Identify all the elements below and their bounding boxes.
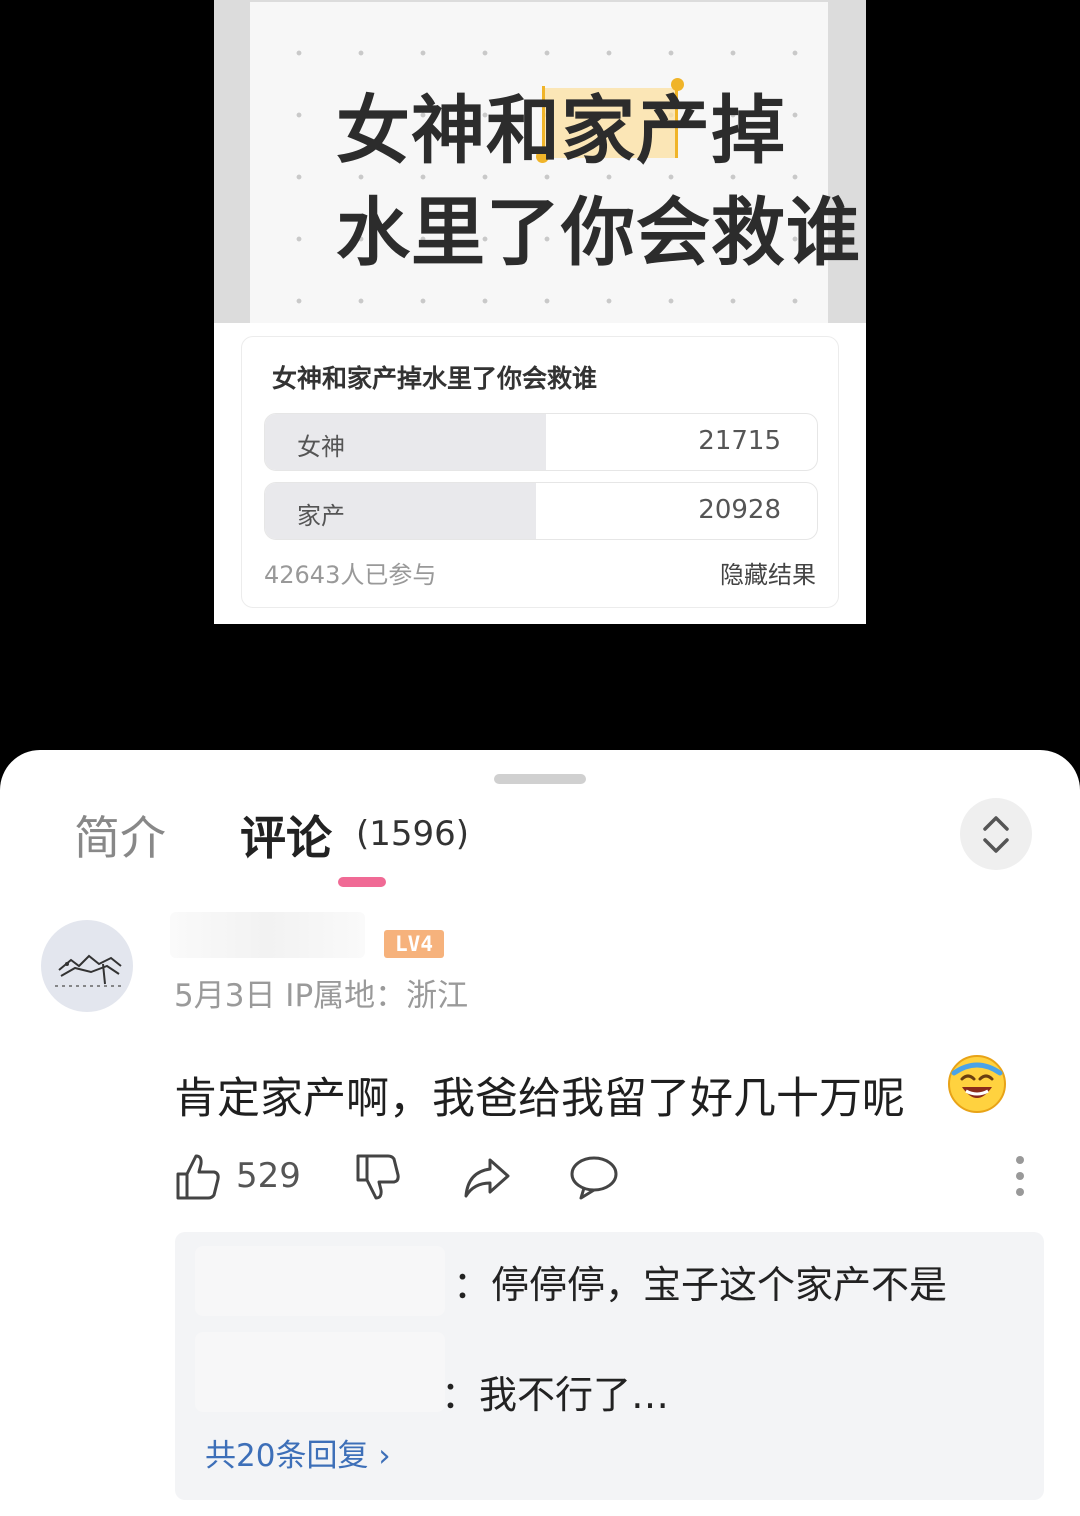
cover-title-line2: 水里了你会救谁 [336, 190, 861, 276]
poll-option-count: 21715 [698, 426, 781, 456]
more-options-icon[interactable] [1006, 1154, 1034, 1198]
laughing-crying-emoji-icon [948, 1055, 1006, 1113]
comment-count: (1596) [356, 814, 470, 854]
poll-option-label: 女神 [297, 433, 345, 461]
comment-text: 肯定家产啊，我爸给我留了好几十万呢 [174, 1074, 905, 1124]
thumbs-down-icon[interactable] [354, 1152, 402, 1202]
username-redacted [170, 912, 365, 958]
cover-image: 女神和家产掉 水里了你会救谁 [214, 0, 866, 323]
poll-participants: 42643人已参与 [264, 561, 437, 589]
active-tab-indicator [338, 877, 386, 887]
expand-collapse-button[interactable] [960, 798, 1032, 870]
thumbs-up-icon[interactable] [174, 1152, 222, 1202]
reply-username-redacted [195, 1246, 445, 1316]
reply-text: ：我不行了… [441, 1373, 670, 1417]
sketch-avatar-icon [55, 954, 122, 987]
reply-username-redacted [195, 1332, 445, 1412]
chevron-up-down-icon [983, 816, 1009, 853]
like-count: 529 [236, 1156, 301, 1196]
reply-bubble-icon[interactable] [568, 1152, 620, 1202]
cover-title: 女神和家产掉 水里了你会救谁 [336, 80, 861, 284]
share-icon[interactable] [462, 1152, 512, 1202]
reply-preview-box[interactable]: ：停停停，宝子这个家产不是 ：我不行了… 共20条回复 › [175, 1232, 1044, 1500]
cover-title-line1: 女神和家产掉 [336, 88, 786, 174]
cover-card: 女神和家产掉 水里了你会救谁 [250, 2, 860, 323]
hide-results-button[interactable]: 隐藏结果 [720, 555, 816, 590]
comment-sheet: 简介 评论 (1596) LV4 5月3日 IP属地：浙江 肯定家产啊，我爸给我… [0, 750, 1080, 1516]
poll-question: 女神和家产掉水里了你会救谁 [272, 364, 598, 393]
poll-option-goddess[interactable]: 女神 21715 [264, 413, 818, 471]
view-all-replies-link[interactable]: 共20条回复 › [205, 1430, 391, 1475]
poll-option-count: 20928 [698, 495, 781, 525]
drag-handle[interactable] [494, 774, 586, 784]
comment-meta: 5月3日 IP属地：浙江 [174, 978, 469, 1014]
poll-option-property[interactable]: 家产 20928 [264, 482, 818, 540]
tab-intro[interactable]: 简介 [74, 802, 166, 868]
level-badge: LV4 [384, 930, 444, 958]
poll-card: 女神和家产掉水里了你会救谁 女神 21715 家产 20928 42643人已参… [241, 336, 839, 608]
shared-screenshot: 女神和家产掉 水里了你会救谁 女神和家产掉水里了你会救谁 女神 21715 家产… [214, 0, 866, 624]
reply-text: ：停停停，宝子这个家产不是 [453, 1263, 948, 1307]
tab-comments[interactable]: 评论 [240, 802, 332, 868]
poll-option-label: 家产 [297, 502, 345, 530]
avatar[interactable] [41, 920, 133, 1012]
